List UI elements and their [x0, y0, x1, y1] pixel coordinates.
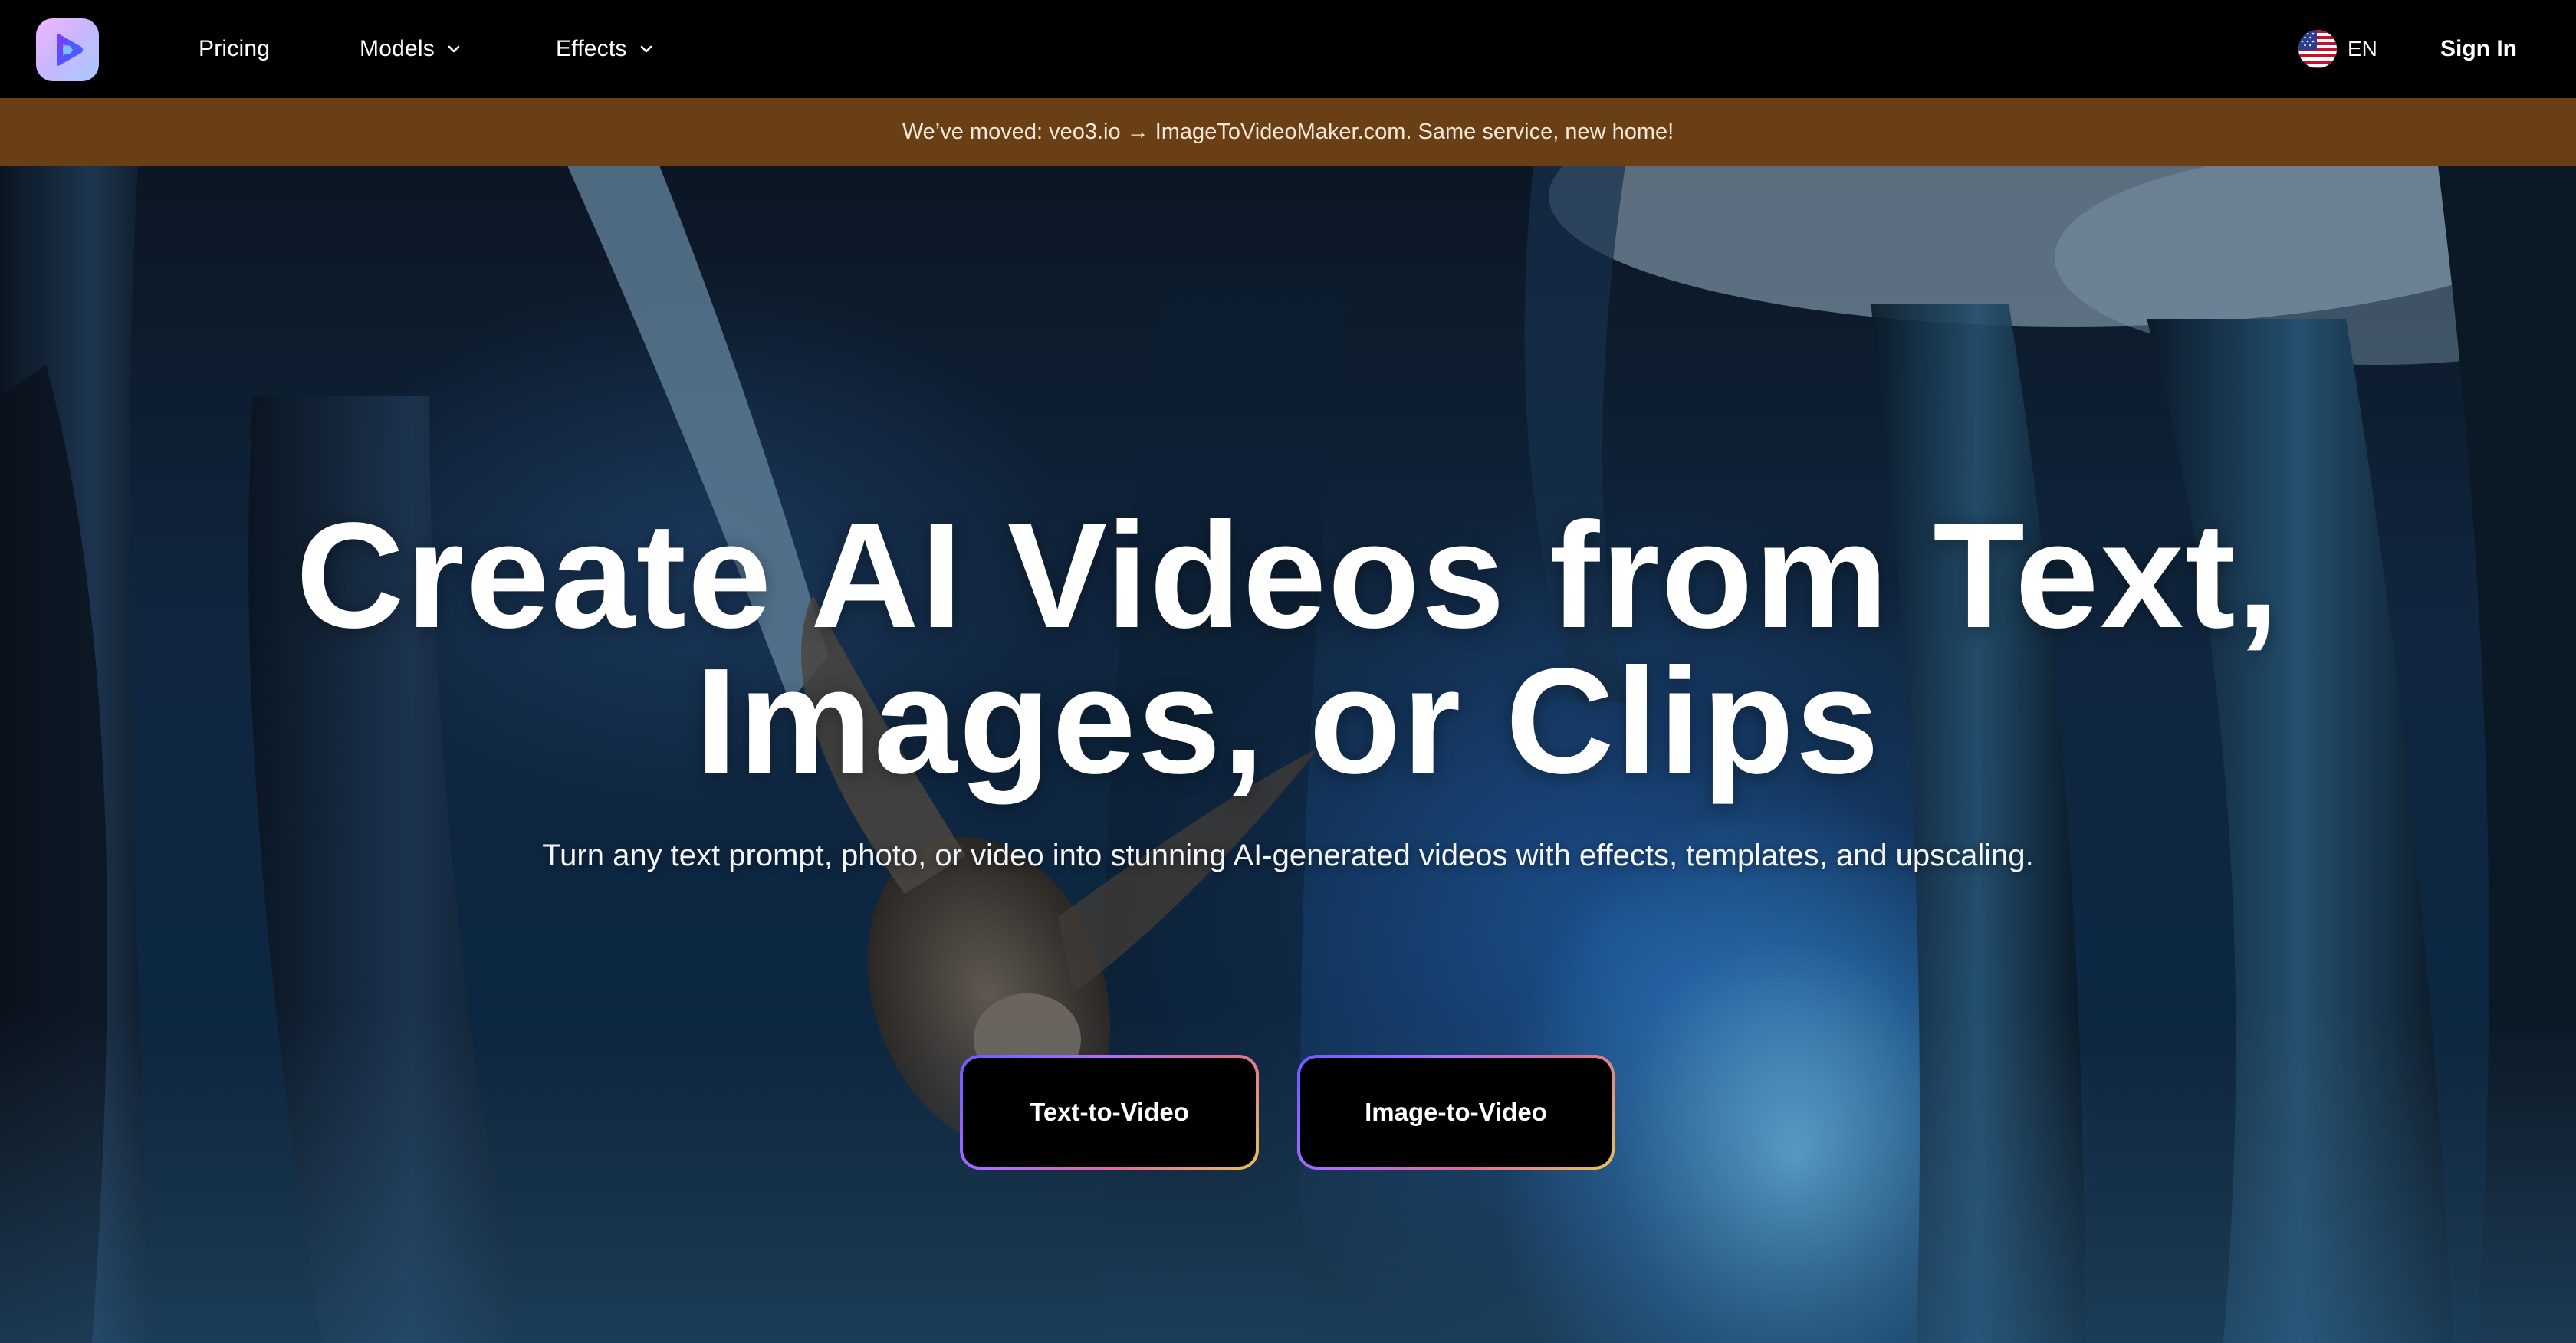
nav-pricing-label: Pricing: [199, 36, 271, 61]
top-navbar: Pricing Models Effects EN Sign In: [0, 0, 2576, 98]
hero-title: Create AI Videos from Text, Images, or C…: [0, 501, 2576, 796]
hero-section: Create AI Videos from Text, Images, or C…: [0, 166, 2576, 1343]
nav-effects-dropdown[interactable]: Effects: [556, 0, 655, 98]
language-label: EN: [2348, 37, 2377, 61]
us-flag-icon: [2298, 30, 2337, 68]
nav-models-dropdown[interactable]: Models: [360, 0, 462, 98]
nav-models-label: Models: [360, 36, 435, 61]
text-to-video-button-inner: Text-to-Video: [963, 1058, 1256, 1167]
chevron-down-icon: [640, 45, 652, 53]
announcement-text: We’ve moved: veo3.io → ImageToVideoMaker…: [902, 119, 1674, 144]
image-to-video-button[interactable]: Image-to-Video: [1297, 1055, 1615, 1170]
text-to-video-label: Text-to-Video: [1030, 1098, 1189, 1126]
chevron-down-icon: [448, 45, 460, 53]
language-selector[interactable]: EN: [2298, 0, 2377, 98]
hero-title-line2: Images, or Clips: [695, 637, 1881, 805]
image-to-video-label: Image-to-Video: [1365, 1098, 1547, 1126]
image-to-video-button-inner: Image-to-Video: [1300, 1058, 1612, 1167]
nav-effects-label: Effects: [556, 36, 627, 61]
nav-pricing-link[interactable]: Pricing: [199, 0, 270, 98]
play-logo-icon[interactable]: [36, 18, 99, 81]
announcement-banner: We’ve moved: veo3.io → ImageToVideoMaker…: [0, 98, 2576, 166]
sign-in-button[interactable]: Sign In: [2440, 0, 2517, 98]
text-to-video-button[interactable]: Text-to-Video: [960, 1055, 1259, 1170]
sign-in-label: Sign In: [2440, 36, 2517, 61]
hero-subtitle: Turn any text prompt, photo, or video in…: [542, 839, 2034, 872]
hero-title-line1: Create AI Videos from Text,: [295, 491, 2281, 659]
